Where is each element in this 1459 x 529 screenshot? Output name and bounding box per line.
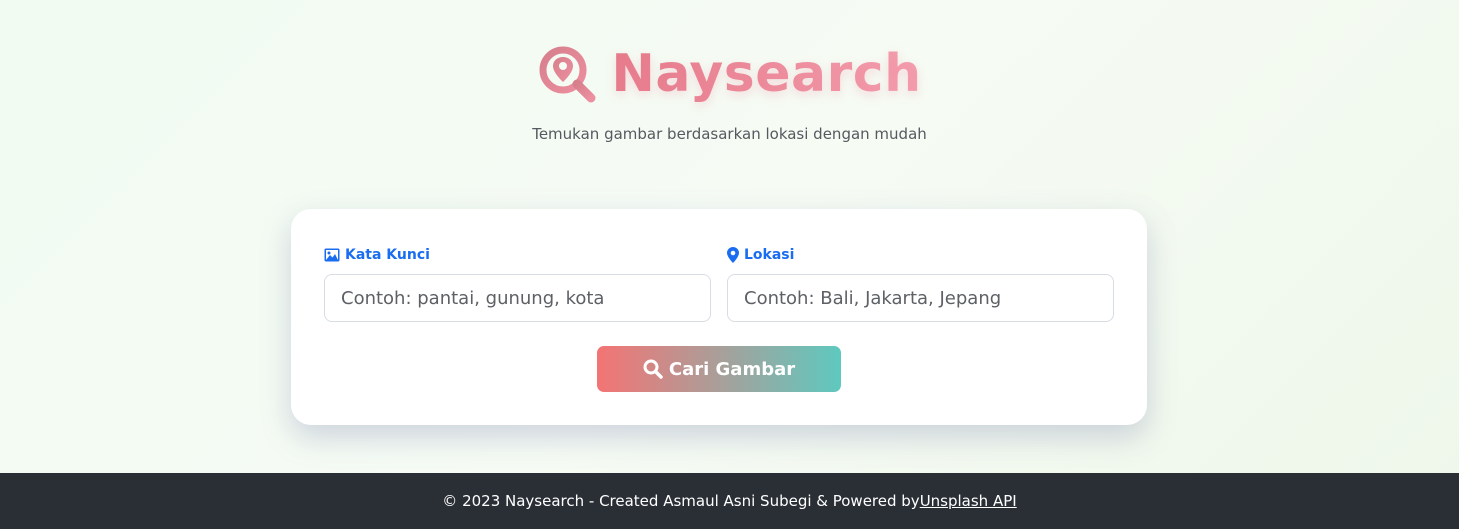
search-button-label: Cari Gambar <box>668 358 796 380</box>
tagline: Temukan gambar berdasarkan lokasi dengan… <box>532 125 927 143</box>
search-icon <box>643 359 663 379</box>
keyword-field-group: Kata Kunci <box>324 245 711 322</box>
location-input[interactable] <box>727 274 1114 322</box>
search-location-icon <box>539 46 596 103</box>
search-card: Kata Kunci Lokasi Cari Gambar <box>291 209 1147 425</box>
search-button[interactable]: Cari Gambar <box>597 346 841 392</box>
keyword-input[interactable] <box>324 274 711 322</box>
keyword-label: Kata Kunci <box>324 245 711 265</box>
map-marker-icon <box>727 247 739 263</box>
location-label-text: Lokasi <box>744 247 795 263</box>
image-icon <box>324 248 340 262</box>
brand: Naysearch <box>0 38 1459 110</box>
footer: © 2023 Naysearch - Created Asmaul Asni S… <box>0 473 1459 529</box>
header: Naysearch Temukan gambar berdasarkan lok… <box>0 0 1459 160</box>
location-field-group: Lokasi <box>727 245 1114 322</box>
unsplash-link[interactable]: Unsplash API <box>920 492 1017 510</box>
page-title: Naysearch <box>611 38 921 110</box>
keyword-label-text: Kata Kunci <box>345 247 430 263</box>
location-label: Lokasi <box>727 245 1114 265</box>
footer-text: © 2023 Naysearch - Created Asmaul Asni S… <box>442 492 920 510</box>
